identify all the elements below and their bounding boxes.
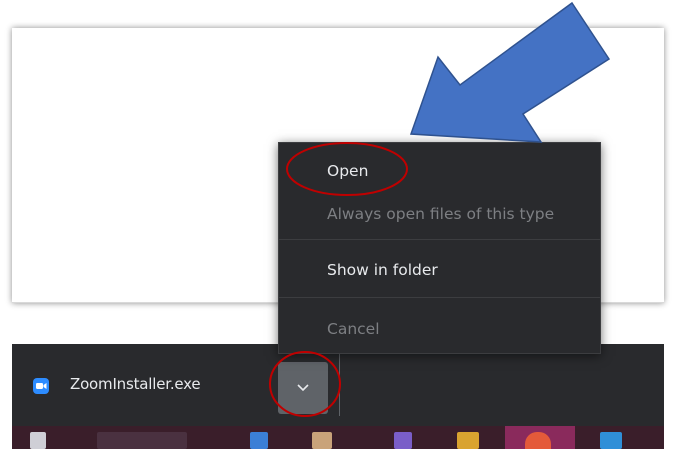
annotation-circle-chevron (269, 351, 341, 417)
annotation-circle-open (286, 142, 408, 196)
annotation-overlay (269, 1, 611, 417)
annotation-arrow (409, 1, 611, 143)
